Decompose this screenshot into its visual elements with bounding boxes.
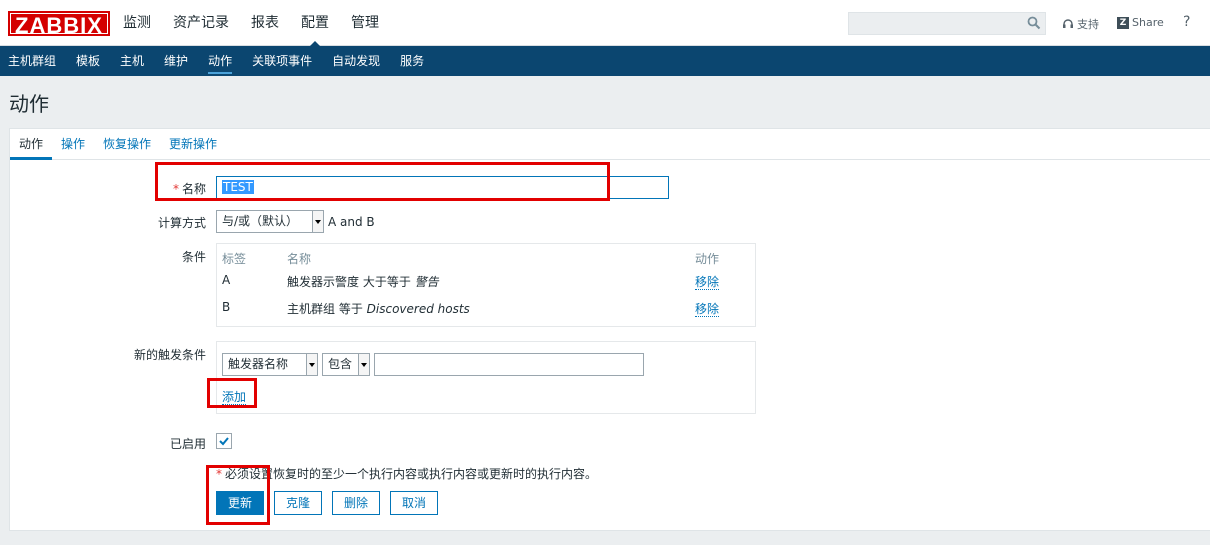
support-label: 支持 bbox=[1077, 18, 1099, 31]
headset-icon bbox=[1063, 19, 1073, 28]
condition-type-select[interactable]: 触发器名称 bbox=[222, 353, 318, 376]
col-header-name: 名称 bbox=[287, 252, 312, 266]
condition-name-b: 主机群组 等于 Discovered hosts bbox=[287, 302, 470, 316]
remove-link-a[interactable]: 移除 bbox=[695, 275, 720, 290]
subnav-maintenance[interactable]: 维护 bbox=[154, 46, 198, 76]
main-nav: 监测 资产记录 报表 配置 管理 bbox=[112, 0, 390, 47]
delete-button[interactable]: 删除 bbox=[332, 491, 380, 515]
tab-update-operations[interactable]: 更新操作 bbox=[160, 129, 226, 159]
conditions-table: 标签 名称 动作 A 触发器示警度 大于等于 警告 移除 B 主机群组 等于 D… bbox=[216, 243, 756, 327]
sub-nav: 主机群组 模板 主机 维护 动作 关联项事件 自动发现 服务 bbox=[0, 46, 1210, 76]
subnav-actions[interactable]: 动作 bbox=[198, 46, 242, 76]
required-note: * 必须设置恢复时的至少一个执行内容或执行内容或更新时的执行内容。 bbox=[216, 467, 598, 481]
form-tabs: 动作 操作 恢复操作 更新操作 bbox=[10, 129, 1210, 160]
nav-reports[interactable]: 报表 bbox=[240, 0, 290, 46]
chevron-down-icon bbox=[358, 354, 369, 375]
clone-button[interactable]: 克隆 bbox=[274, 491, 322, 515]
col-header-label: 标签 bbox=[222, 252, 247, 266]
update-button[interactable]: 更新 bbox=[216, 491, 264, 515]
calc-select[interactable]: 与/或（默认） bbox=[216, 210, 324, 233]
subnav-discovery[interactable]: 自动发现 bbox=[322, 46, 390, 76]
share-link[interactable]: Z Share bbox=[1117, 16, 1164, 29]
name-label: * 名称 bbox=[172, 182, 206, 196]
subnav-services[interactable]: 服务 bbox=[390, 46, 434, 76]
nav-administration[interactable]: 管理 bbox=[340, 0, 390, 46]
enabled-checkbox[interactable] bbox=[216, 433, 232, 449]
calc-formula: A and B bbox=[328, 215, 375, 229]
help-link[interactable]: ? bbox=[1183, 14, 1190, 30]
subnav-host-groups[interactable]: 主机群组 bbox=[0, 46, 66, 76]
subnav-event-correlation[interactable]: 关联项事件 bbox=[242, 46, 322, 76]
new-condition-box bbox=[216, 341, 756, 414]
action-form: 动作 操作 恢复操作 更新操作 * 名称 TEST 计算方式 与/或（默认） A … bbox=[9, 128, 1210, 531]
name-value: TEST bbox=[222, 180, 254, 194]
chevron-down-icon bbox=[312, 211, 323, 232]
required-mark: * bbox=[172, 182, 179, 196]
tab-action[interactable]: 动作 bbox=[10, 129, 53, 160]
tab-operations[interactable]: 操作 bbox=[52, 129, 94, 159]
condition-label-b: B bbox=[222, 300, 231, 314]
enabled-label: 已启用 bbox=[169, 437, 206, 451]
top-header: ZABBIX 监测 资产记录 报表 配置 管理 支持 Z Share ? bbox=[0, 0, 1210, 47]
add-condition-link[interactable]: 添加 bbox=[222, 390, 247, 405]
cancel-button[interactable]: 取消 bbox=[390, 491, 438, 515]
checkmark-icon bbox=[219, 437, 229, 446]
condition-name-a: 触发器示警度 大于等于 警告 bbox=[287, 275, 439, 289]
nav-inventory[interactable]: 资产记录 bbox=[162, 0, 240, 46]
col-header-action: 动作 bbox=[695, 252, 720, 266]
page-title: 动作 bbox=[9, 92, 49, 116]
zabbix-logo[interactable]: ZABBIX bbox=[8, 11, 110, 38]
share-icon: Z bbox=[1117, 16, 1129, 29]
condition-value-input[interactable] bbox=[374, 353, 644, 376]
chevron-down-icon bbox=[306, 354, 317, 375]
conditions-label: 条件 bbox=[181, 250, 206, 264]
search-input[interactable] bbox=[848, 12, 1046, 35]
nav-monitoring[interactable]: 监测 bbox=[112, 0, 162, 46]
condition-operator-select[interactable]: 包含 bbox=[322, 353, 370, 376]
support-link[interactable]: 支持 bbox=[1062, 16, 1099, 32]
share-label: Share bbox=[1132, 16, 1164, 29]
nav-configuration[interactable]: 配置 bbox=[290, 0, 340, 47]
remove-link-b[interactable]: 移除 bbox=[695, 302, 720, 317]
calc-label: 计算方式 bbox=[157, 216, 206, 230]
subnav-templates[interactable]: 模板 bbox=[66, 46, 110, 76]
subnav-hosts[interactable]: 主机 bbox=[110, 46, 154, 76]
condition-label-a: A bbox=[222, 273, 231, 287]
search-icon[interactable] bbox=[1027, 16, 1041, 30]
tab-recovery-operations[interactable]: 恢复操作 bbox=[94, 129, 160, 159]
name-field[interactable]: TEST bbox=[216, 176, 669, 199]
new-condition-label: 新的触发条件 bbox=[133, 348, 206, 362]
